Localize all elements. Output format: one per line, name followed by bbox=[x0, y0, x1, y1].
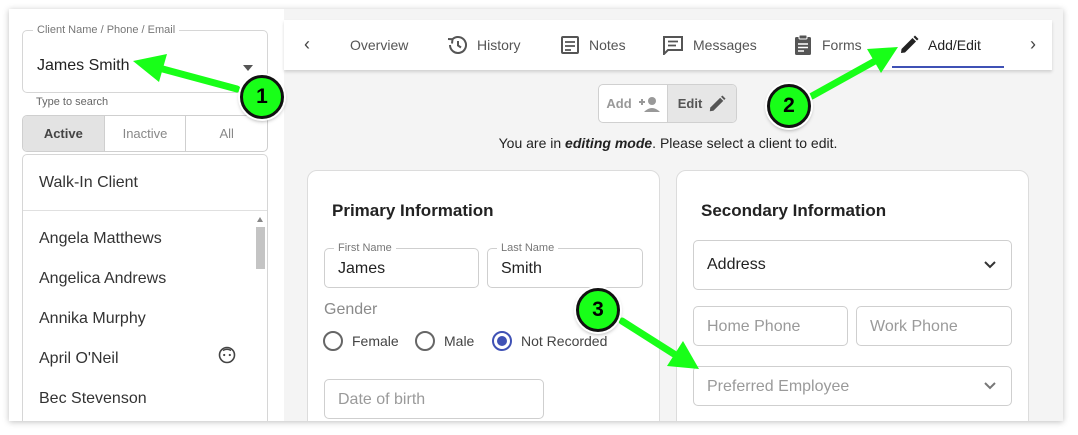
app-window: Client Name / Phone / Email James Smith … bbox=[9, 9, 1063, 421]
annotation-arrow-1 bbox=[133, 54, 241, 93]
annotation-arrows bbox=[133, 47, 898, 369]
annotation-arrow-2 bbox=[808, 47, 898, 100]
annotation-badge-3: 3 bbox=[576, 288, 620, 332]
annotation-arrow-3 bbox=[618, 317, 699, 369]
annotation-badge-1: 1 bbox=[240, 75, 284, 119]
annotation-badge-2: 2 bbox=[767, 84, 811, 128]
